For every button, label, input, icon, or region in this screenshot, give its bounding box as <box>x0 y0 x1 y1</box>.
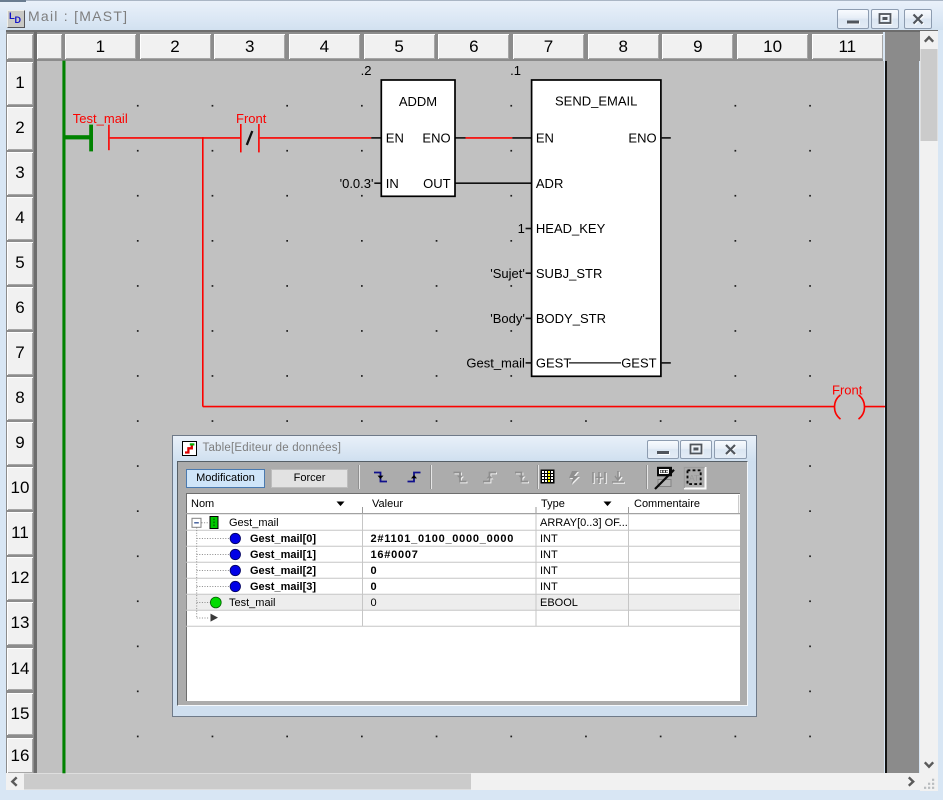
svg-text:AT: AT <box>689 473 699 483</box>
